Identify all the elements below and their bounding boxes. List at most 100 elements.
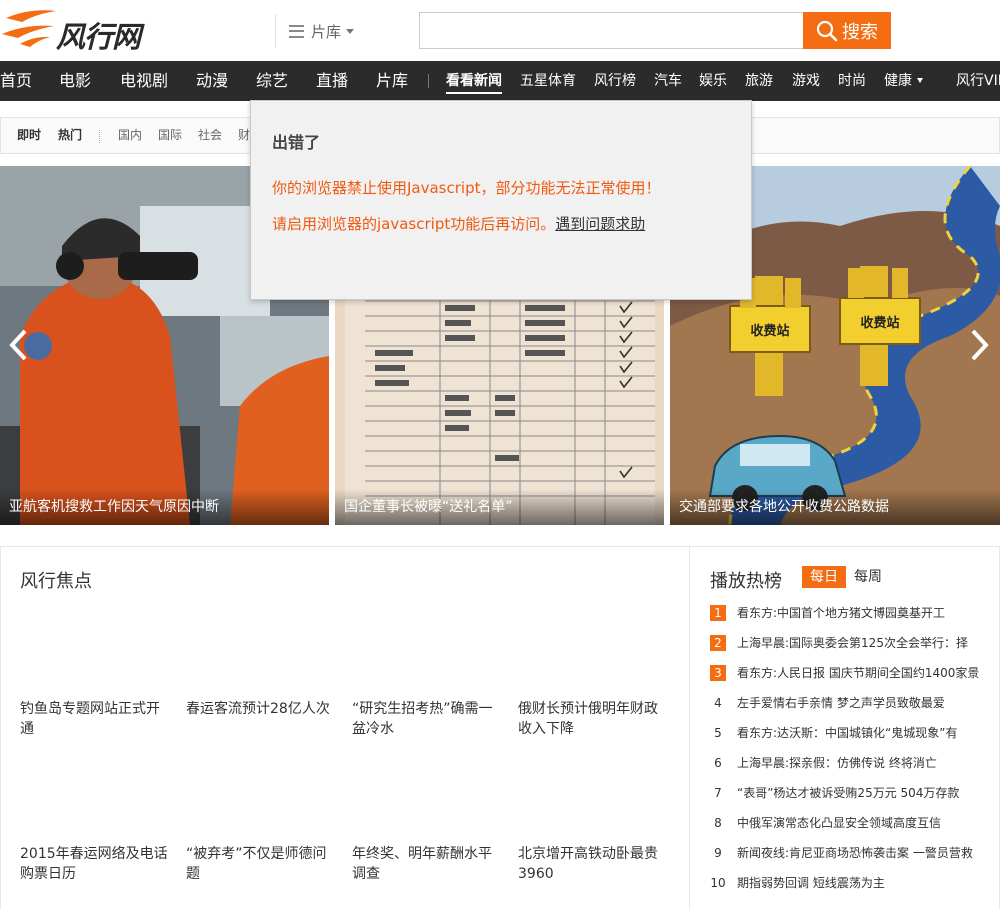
error-instruction: 请启用浏览器的javascript功能后再访问。遇到问题求助 <box>272 213 645 234</box>
rank-number: 10 <box>710 876 726 890</box>
ranking-row[interactable]: 5 看东方:达沃斯：中国城镇化“鬼城现象”有 <box>710 723 995 743</box>
hamburger-icon <box>289 24 304 38</box>
slide-caption: 亚航客机搜救工作因天气原因中断 <box>0 489 329 525</box>
nav-item-anime[interactable]: 动漫 <box>196 61 228 101</box>
rank-number: 2 <box>710 635 726 651</box>
nav-item-health[interactable]: 健康 <box>884 61 912 101</box>
ranking-title-text: 看东方:中国首个地方猪文博园奠基开工 <box>737 606 946 620</box>
search-button[interactable]: 搜索 <box>803 12 891 49</box>
page-root: 风行网 片库 搜索 首页 电影 电视剧 动漫 综艺 直播 片库 看看新闻 五星体… <box>0 0 1000 909</box>
logo-text: 风行网 <box>56 20 141 54</box>
nav-item-sports[interactable]: 五星体育 <box>520 61 576 101</box>
logo-swoosh-icon <box>2 10 56 47</box>
error-instruction-text: 请启用浏览器的javascript功能后再访问。 <box>272 215 556 233</box>
subnav-item-finance[interactable]: 财 <box>238 118 250 153</box>
focus-item[interactable]: 年终奖、明年薪酬水平调查 <box>352 844 502 884</box>
focus-item[interactable]: “被弃考”不仅是师德问题 <box>186 844 336 884</box>
ranking-title-text: 上海早晨:探亲假：仿佛传说 终将消亡 <box>737 756 937 770</box>
logo[interactable]: 风行网 <box>0 4 160 54</box>
nav-item-live[interactable]: 直播 <box>316 61 348 101</box>
ranking-title-text: 新闻夜线:肯尼亚商场恐怖袭击案 一警员营救 <box>737 846 973 860</box>
health-caret-down-icon <box>917 78 923 83</box>
main-nav: 首页 电影 电视剧 动漫 综艺 直播 片库 看看新闻 五星体育 风行榜 汽车 娱… <box>0 61 1000 101</box>
tab-daily[interactable]: 每日 <box>802 566 846 588</box>
subnav-item-realtime[interactable]: 即时 <box>17 118 41 153</box>
subnav-item-society[interactable]: 社会 <box>198 118 222 153</box>
ranking-row[interactable]: 2 上海早晨:国际奥委会第125次全会举行：择 <box>710 633 995 653</box>
header: 风行网 片库 搜索 <box>0 0 1000 61</box>
nav-item-library[interactable]: 片库 <box>376 61 408 101</box>
error-message: 你的浏览器禁止使用Javascript，部分功能无法正常使用！ <box>272 179 661 197</box>
ranking-title-text: 看东方:达沃斯：中国城镇化“鬼城现象”有 <box>737 726 958 740</box>
subnav-item-hot[interactable]: 热门 <box>58 118 82 153</box>
nav-item-news-label: 看看新闻 <box>446 73 502 89</box>
ranking-title-text: 期指弱势回调 短线震荡为主 <box>737 876 885 890</box>
ranking-title-text: 左手爱情右手亲情 梦之声学员致敬最爱 <box>737 696 945 710</box>
slide-caption: 交通部要求各地公开收费公路数据 <box>670 489 1000 525</box>
js-error-dialog: 出错了 你的浏览器禁止使用Javascript，部分功能无法正常使用！ 请启用浏… <box>250 100 752 300</box>
ranking-row[interactable]: 10 期指弱势回调 短线震荡为主 <box>710 873 995 893</box>
play-ranking-section: 播放热榜 每日 每周 1 看东方:中国首个地方猪文博园奠基开工 2 上海早晨:国际奥… <box>689 546 1000 909</box>
rank-number: 1 <box>710 605 726 621</box>
nav-item-travel[interactable]: 旅游 <box>745 61 773 101</box>
library-menu-label: 片库 <box>311 22 342 41</box>
ranking-row[interactable]: 4 左手爱情右手亲情 梦之声学员致敬最爱 <box>710 693 995 713</box>
carousel-prev-arrow-icon[interactable] <box>5 325 33 365</box>
nav-active-underline <box>446 92 502 94</box>
nav-item-ent[interactable]: 娱乐 <box>699 61 727 101</box>
nav-item-game[interactable]: 游戏 <box>792 61 820 101</box>
tab-weekly[interactable]: 每周 <box>854 566 882 588</box>
nav-item-tv[interactable]: 电视剧 <box>120 61 168 101</box>
focus-item[interactable]: 俄财长预计俄明年财政收入下降 <box>518 699 668 739</box>
nav-item-variety[interactable]: 综艺 <box>256 61 288 101</box>
focus-section: 风行焦点 钓鱼岛专题网站正式开通 春运客流预计28亿人次 “研究生招考热”确需一… <box>0 546 690 909</box>
ranking-title: 播放热榜 <box>710 571 782 592</box>
focus-item[interactable]: “研究生招考热”确需一盆冷水 <box>352 699 502 739</box>
toll-sign-left: 收费站 <box>750 323 789 339</box>
nav-item-chart[interactable]: 风行榜 <box>594 61 636 101</box>
ranking-title-text: 中俄军演常态化凸显安全领域高度互信 <box>737 816 942 830</box>
nav-item-vip[interactable]: 风行VIP <box>956 61 1000 101</box>
nav-item-fashion[interactable]: 时尚 <box>838 61 866 101</box>
ranking-row[interactable]: 3 看东方:人民日报 国庆节期间全国约1400家景 <box>710 663 995 683</box>
rank-number: 3 <box>710 665 726 681</box>
search-icon <box>816 20 838 41</box>
ranking-title-text: 看东方:人民日报 国庆节期间全国约1400家景 <box>737 666 980 680</box>
nav-item-movie[interactable]: 电影 <box>59 61 91 101</box>
ranking-title-text: 上海早晨:国际奥委会第125次全会举行：择 <box>737 636 968 650</box>
header-divider <box>275 14 276 48</box>
subnav-divider <box>99 130 100 143</box>
focus-item[interactable]: 春运客流预计28亿人次 <box>186 699 336 719</box>
nav-item-home[interactable]: 首页 <box>0 61 32 101</box>
ranking-row[interactable]: 7 “表哥”杨达才被诉受贿25万元 504万存款 <box>710 783 995 803</box>
library-menu[interactable]: 片库 <box>289 20 355 42</box>
help-link[interactable]: 遇到问题求助 <box>555 215 645 233</box>
search-input[interactable] <box>419 12 804 49</box>
nav-item-news[interactable]: 看看新闻 <box>446 61 502 101</box>
nav-divider <box>428 74 429 88</box>
caret-down-icon <box>346 28 355 34</box>
error-title: 出错了 <box>272 133 321 152</box>
focus-title: 风行焦点 <box>20 571 92 592</box>
nav-item-auto[interactable]: 汽车 <box>654 61 682 101</box>
slide-caption: 国企董事长被曝“送礼名单” <box>335 489 664 525</box>
ranking-row[interactable]: 8 中俄军演常态化凸显安全领域高度互信 <box>710 813 995 833</box>
rank-number: 4 <box>714 696 722 710</box>
focus-item[interactable]: 钓鱼岛专题网站正式开通 <box>20 699 170 739</box>
subnav-item-domestic[interactable]: 国内 <box>118 118 142 153</box>
ranking-title-text: “表哥”杨达才被诉受贿25万元 504万存款 <box>737 786 960 800</box>
rank-number: 8 <box>714 816 722 830</box>
toll-sign-right: 收费站 <box>860 315 899 331</box>
ranking-row[interactable]: 6 上海早晨:探亲假：仿佛传说 终将消亡 <box>710 753 995 773</box>
ranking-row[interactable]: 1 看东方:中国首个地方猪文博园奠基开工 <box>710 603 995 623</box>
rank-number: 7 <box>714 786 722 800</box>
rank-number: 6 <box>714 756 722 770</box>
carousel-next-arrow-icon[interactable] <box>965 325 993 365</box>
ranking-row[interactable]: 9 新闻夜线:肯尼亚商场恐怖袭击案 一警员营救 <box>710 843 995 863</box>
rank-number: 9 <box>714 846 722 860</box>
subnav-item-international[interactable]: 国际 <box>158 118 182 153</box>
focus-item[interactable]: 2015年春运网络及电话购票日历 <box>20 844 170 884</box>
focus-item[interactable]: 北京增开高铁动卧最贵3960 <box>518 844 668 884</box>
search-button-label: 搜索 <box>842 21 878 42</box>
rank-number: 5 <box>714 726 722 740</box>
